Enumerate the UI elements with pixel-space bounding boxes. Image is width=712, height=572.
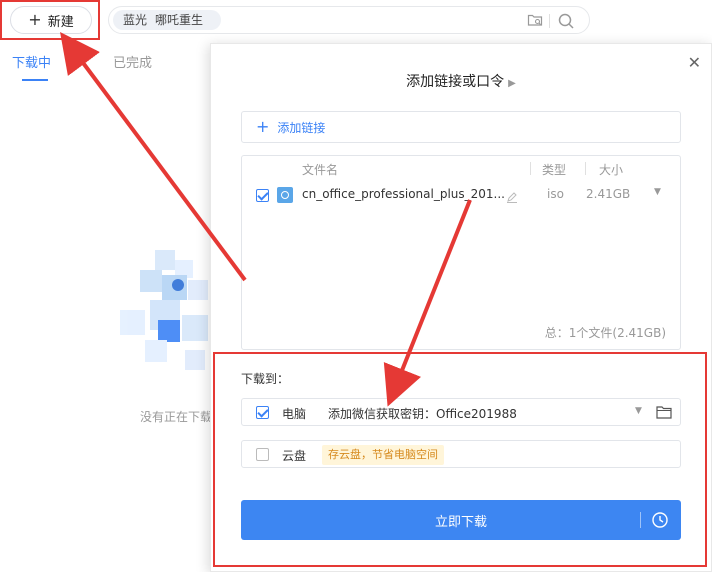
plus-icon: + bbox=[28, 10, 42, 29]
plus-icon: + bbox=[256, 117, 270, 136]
file-row[interactable]: cn_office_professional_plus_201... iso 2… bbox=[242, 184, 680, 208]
download-now-button[interactable]: 立即下载 bbox=[241, 500, 681, 540]
search-tag-1[interactable]: 蓝光 bbox=[123, 13, 147, 27]
download-now-label: 立即下载 bbox=[434, 514, 487, 530]
dialog-title[interactable]: 添加链接或口令 ▶ bbox=[211, 71, 711, 91]
add-link-label: 添加链接 bbox=[277, 120, 326, 135]
top-bar: + 新建 蓝光 哪吒重生 bbox=[0, 0, 712, 42]
add-link-button[interactable]: + 添加链接 bbox=[241, 111, 681, 143]
search-icon[interactable] bbox=[557, 12, 575, 34]
cloud-label: 云盘 bbox=[282, 449, 307, 463]
dialog-title-text: 添加链接或口令 bbox=[406, 74, 505, 90]
add-link-dialog: 添加链接或口令 ▶ ✕ + 添加链接 文件名 类型 大小 cn_office_pr… bbox=[210, 43, 712, 572]
pc-label: 电脑 bbox=[282, 407, 307, 421]
folder-icon[interactable] bbox=[656, 404, 672, 423]
empty-state-illustration bbox=[120, 250, 208, 370]
pc-path[interactable]: 添加微信获取密钥：Office201988 bbox=[328, 405, 517, 422]
file-list: 文件名 类型 大小 cn_office_professional_plus_20… bbox=[241, 155, 681, 350]
column-divider bbox=[585, 162, 586, 175]
download-to-label: 下载到： bbox=[241, 372, 290, 386]
disc-image-icon bbox=[277, 187, 293, 203]
caret-right-icon: ▶ bbox=[508, 78, 516, 89]
file-name: cn_office_professional_plus_201... bbox=[302, 187, 505, 201]
pc-download-option[interactable]: 电脑 添加微信获取密钥：Office201988 ▼ bbox=[241, 398, 681, 426]
search-tag-2[interactable]: 哪吒重生 bbox=[155, 13, 203, 27]
new-button-label: 新建 bbox=[47, 14, 74, 30]
chevron-down-icon[interactable]: ▼ bbox=[654, 187, 661, 197]
close-icon[interactable]: ✕ bbox=[688, 53, 701, 72]
column-header-type: 类型 bbox=[542, 163, 567, 177]
empty-state-text: 没有正在下载 bbox=[140, 410, 213, 424]
cloud-download-option[interactable]: 云盘 存云盘，节省电脑空间 bbox=[241, 440, 681, 468]
folder-search-icon[interactable] bbox=[527, 12, 543, 32]
cloud-checkbox[interactable] bbox=[256, 448, 269, 461]
file-size: 2.41GB bbox=[586, 187, 631, 201]
column-header-name: 文件名 bbox=[302, 163, 339, 177]
button-divider bbox=[640, 512, 641, 528]
search-bar[interactable]: 蓝光 哪吒重生 bbox=[108, 6, 590, 34]
edit-icon[interactable] bbox=[506, 188, 518, 207]
search-divider bbox=[549, 14, 550, 28]
file-type: iso bbox=[547, 187, 564, 201]
search-history-tags[interactable]: 蓝光 哪吒重生 bbox=[113, 10, 222, 30]
column-divider bbox=[530, 162, 531, 175]
tab-completed[interactable]: 已完成 bbox=[113, 52, 152, 71]
pc-checkbox[interactable] bbox=[256, 406, 269, 419]
tab-downloading[interactable]: 下载中 bbox=[12, 52, 51, 71]
file-total: 总：1个文件(2.41GB) bbox=[544, 326, 666, 340]
new-button[interactable]: + 新建 bbox=[10, 6, 92, 34]
chevron-down-icon[interactable]: ▼ bbox=[635, 406, 642, 416]
active-tab-underline bbox=[22, 79, 48, 81]
column-header-size: 大小 bbox=[599, 163, 624, 177]
schedule-clock-icon[interactable] bbox=[651, 511, 669, 533]
cloud-hint-badge: 存云盘，节省电脑空间 bbox=[322, 445, 444, 465]
file-checkbox[interactable] bbox=[256, 189, 269, 202]
